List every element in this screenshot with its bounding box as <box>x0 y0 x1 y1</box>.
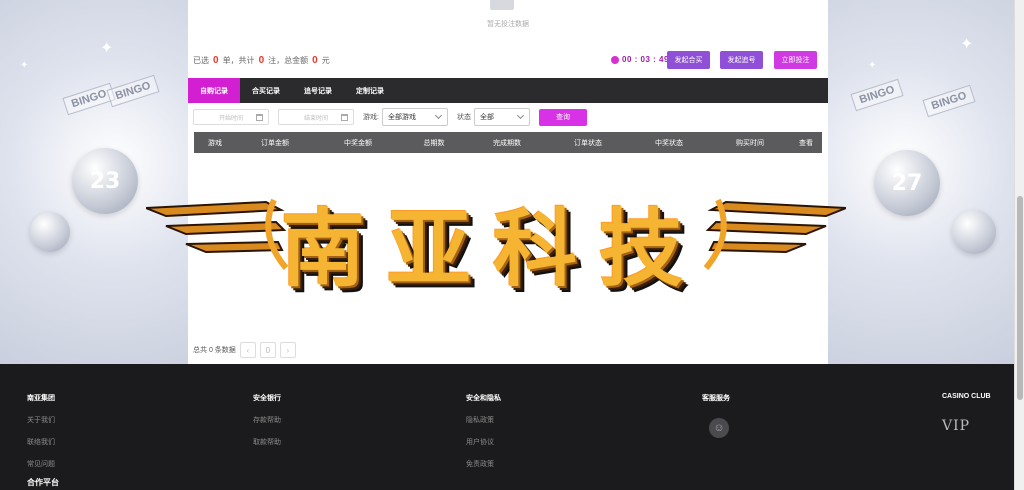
column-header: 游戏 <box>208 139 222 147</box>
start-date-placeholder: 开始时间 <box>218 115 243 122</box>
column-header: 总期数 <box>423 139 445 147</box>
summary-text: 已选 <box>193 56 209 65</box>
customer-service-icon[interactable]: ☺ <box>709 418 729 438</box>
game-filter-label: 游戏: <box>363 114 379 121</box>
tab-group-buy[interactable]: 合买记录 <box>240 78 292 103</box>
footer-link-disclaimer[interactable]: 免责政策 <box>466 459 501 469</box>
scrollbar-thumb[interactable] <box>1017 196 1023 400</box>
chevron-down-icon <box>434 111 442 120</box>
footer-heading: 客服服务 <box>702 395 730 402</box>
summary-amount: 0 <box>312 55 318 66</box>
group-buy-button[interactable]: 发起合买 <box>667 51 710 69</box>
watermark-text: 南亚科技 <box>281 200 706 298</box>
summary-text: 注，总金额 <box>268 56 309 65</box>
tab-custom[interactable]: 定制记录 <box>344 78 396 103</box>
table-header: 游戏 订单金额 中奖金额 总期数 完成期数 订单状态 中奖状态 购买时间 查看 <box>194 132 822 153</box>
summary-bet-count: 0 <box>258 55 265 66</box>
column-header: 购买时间 <box>736 139 764 147</box>
end-date-input[interactable]: 结束时间 <box>278 109 354 125</box>
summary-text: 单，共计 <box>222 56 255 65</box>
bingo-ball-decor <box>30 212 70 252</box>
sparkle-icon: ✦ <box>960 36 974 53</box>
footer-link-contact[interactable]: 联络我们 <box>27 437 55 447</box>
game-select[interactable]: 全部游戏 <box>381 108 448 126</box>
footer-heading: CASINO CLUB <box>942 393 991 400</box>
bingo-ball-decor <box>952 210 996 254</box>
footer-column-bank: 安全银行 存款帮助 取款帮助 <box>253 393 281 459</box>
footer-link-user-agreement[interactable]: 用户协议 <box>466 437 501 447</box>
column-header: 查看 <box>799 139 813 147</box>
footer-link-privacy[interactable]: 隐私政策 <box>466 415 501 425</box>
query-button[interactable]: 查询 <box>538 108 587 126</box>
pagination: 总共 0 条数据 ‹ 0 › <box>193 342 296 358</box>
column-header: 订单金额 <box>261 139 289 147</box>
tab-self-purchase[interactable]: 自购记录 <box>188 78 240 103</box>
footer-heading: 南亚集团 <box>27 395 55 402</box>
footer-heading: 安全和隐私 <box>466 395 501 402</box>
right-decor-background: BINGO BINGO 27 ✦ ✦ <box>828 0 1014 364</box>
chase-number-button[interactable]: 发起追号 <box>720 51 763 69</box>
prev-page-button[interactable]: ‹ <box>239 342 256 358</box>
column-header: 订单状态 <box>574 139 602 147</box>
calendar-icon <box>256 114 263 121</box>
empty-data-icon <box>490 0 514 10</box>
footer-link-withdraw-help[interactable]: 取款帮助 <box>253 437 281 447</box>
footer-link-about[interactable]: 关于我们 <box>27 415 55 425</box>
filter-bar: 开始时间 结束时间 游戏: 全部游戏 状态 全部 查询 <box>193 108 587 126</box>
status-select-value: 全部 <box>479 114 494 121</box>
bingo-card-decor: BINGO <box>62 82 116 116</box>
tab-chase-number[interactable]: 追号记录 <box>292 78 344 103</box>
countdown-value: 00 : 03 : 49 <box>622 55 669 64</box>
sparkle-icon: ✦ <box>868 60 877 71</box>
bingo-ball-right: 27 <box>874 150 940 216</box>
end-date-placeholder: 结束时间 <box>303 115 328 122</box>
next-page-button[interactable]: › <box>279 342 296 358</box>
empty-data-text: 暂无投注数据 <box>487 21 529 28</box>
watermark-logo: 南亚科技 <box>146 180 846 298</box>
start-date-input[interactable]: 开始时间 <box>193 109 269 125</box>
column-header: 中奖金额 <box>344 139 372 147</box>
bet-summary: 已选 0 单，共计 0 注，总金额 0 元 <box>193 55 330 66</box>
clock-dot-icon <box>611 55 619 64</box>
bingo-ball-left: 23 <box>72 148 138 214</box>
footer-column-privacy: 安全和隐私 隐私政策 用户协议 免责政策 <box>466 393 501 481</box>
column-header: 中奖状态 <box>655 139 683 147</box>
footer-partner-heading: 合作平台 <box>27 478 59 487</box>
footer-column-group: 南亚集团 关于我们 联络我们 常见问题 <box>27 393 55 481</box>
site-footer: 南亚集团 关于我们 联络我们 常见问题 安全银行 存款帮助 取款帮助 安全和隐私… <box>0 364 1014 490</box>
column-header: 完成期数 <box>493 139 521 147</box>
page-scrollbar[interactable] <box>1014 0 1024 490</box>
game-select-value: 全部游戏 <box>387 114 416 121</box>
vip-logo[interactable]: VIP <box>942 418 970 434</box>
chevron-down-icon <box>516 111 524 120</box>
bingo-card-decor: BINGO <box>922 84 976 118</box>
bingo-card-decor: BINGO <box>106 74 160 108</box>
current-page-button[interactable]: 0 <box>259 342 276 358</box>
summary-order-count: 0 <box>213 55 219 66</box>
footer-column-casino: CASINO CLUB <box>942 393 991 412</box>
bingo-card-decor: BINGO <box>850 78 904 112</box>
status-filter-label: 状态 <box>456 114 471 121</box>
status-select[interactable]: 全部 <box>473 108 530 126</box>
sparkle-icon: ✦ <box>100 40 114 57</box>
countdown-timer: 00 : 03 : 49 <box>611 55 669 64</box>
footer-link-deposit-help[interactable]: 存款帮助 <box>253 415 281 425</box>
sparkle-icon: ✦ <box>20 60 29 71</box>
footer-link-faq[interactable]: 常见问题 <box>27 459 55 469</box>
bet-now-button[interactable]: 立即投注 <box>774 51 817 69</box>
footer-column-service: 客服服务 <box>702 393 730 415</box>
summary-text: 元 <box>321 56 330 65</box>
calendar-icon <box>341 114 348 121</box>
footer-heading: 安全银行 <box>253 395 281 402</box>
total-records-text: 总共 0 条数据 <box>193 347 236 354</box>
record-tabs: 自购记录 合买记录 追号记录 定制记录 <box>188 78 828 103</box>
